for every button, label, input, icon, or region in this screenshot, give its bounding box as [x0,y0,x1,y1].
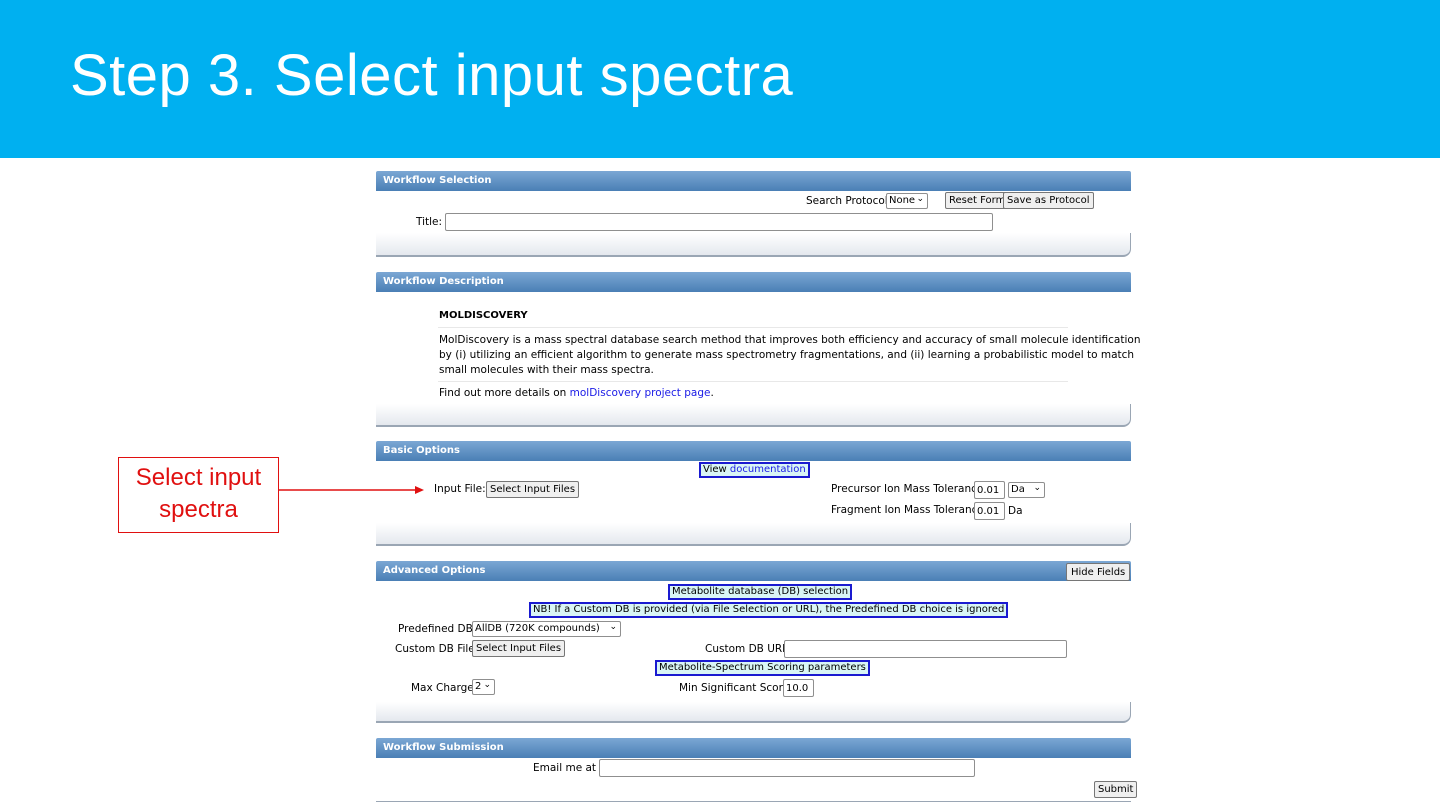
custom-db-select-files-button[interactable]: Select Input Files [472,640,566,657]
more-details-text: Find out more details on molDiscovery pr… [439,387,714,399]
advanced-options-header: Advanced Options [376,561,1131,581]
workflow-selection-header: Workflow Selection [376,171,1131,191]
select-value: Da [1011,484,1025,495]
fragment-tolerance-label: Fragment Ion Mass Tolerance: [831,504,988,516]
reset-form-button[interactable]: Reset Form [945,192,1010,209]
project-page-link[interactable]: molDiscovery project page [570,387,711,399]
slide-banner: Step 3. Select input spectra [0,0,1440,158]
fragment-tolerance-input[interactable] [974,502,1005,520]
precursor-tolerance-input[interactable] [974,481,1005,499]
workflow-submission-header: Workflow Submission [376,738,1131,758]
min-score-input[interactable] [783,679,814,697]
workflow-name: MOLDISCOVERY [439,310,528,321]
callout-arrow [279,486,424,494]
divider [438,381,1068,382]
callout-line: Select input [135,464,262,491]
custom-db-url-input[interactable] [784,640,1067,658]
panel-footer [376,702,1131,723]
panel-body [376,757,1131,802]
db-selection-section: Metabolite database (DB) selection [668,584,853,600]
slide-title: Step 3. Select input spectra [70,43,794,108]
divider [438,327,1068,328]
callout-line: spectra [159,496,238,523]
select-input-files-button[interactable]: Select Input Files [486,481,580,498]
description-line: by (i) utilizing an efficient algorithm … [439,349,1135,361]
description-line: MolDiscovery is a mass spectral database… [439,334,1141,346]
select-value: AllDB (720K compounds) [475,623,600,634]
select-value: None [889,195,916,206]
select-value: 2 [475,681,482,692]
chevron-down-icon: ⌄ [1033,483,1041,493]
panel-footer [376,233,1131,257]
max-charge-select[interactable]: 2 ⌄ [472,679,495,695]
hide-fields-button[interactable]: Hide Fields [1066,563,1131,581]
scoring-parameters-section: Metabolite-Spectrum Scoring parameters [655,660,870,676]
predefined-db-label: Predefined DB: [398,623,477,635]
callout-box: Select input spectra [118,457,279,533]
description-line: small molecules with their mass spectra. [439,364,654,376]
input-file-label: Input File: [434,483,486,495]
chevron-down-icon: ⌄ [609,622,617,632]
predefined-db-select[interactable]: AllDB (720K compounds) ⌄ [472,621,621,637]
basic-options-header: Basic Options [376,441,1131,461]
more-suffix: . [710,387,714,399]
custom-db-file-label: Custom DB File: [395,643,479,655]
panel-footer [376,404,1131,427]
precursor-tolerance-label: Precursor Ion Mass Tolerance: [831,483,987,495]
chevron-down-icon: ⌄ [483,680,491,690]
doc-prefix: View [703,464,730,475]
max-charge-label: Max Charge: [411,682,478,694]
search-protocol-select[interactable]: None ⌄ [886,193,928,209]
precursor-unit-select[interactable]: Da ⌄ [1008,482,1045,498]
workflow-description-header: Workflow Description [376,272,1131,292]
min-score-label: Min Significant Score: [679,682,793,694]
panel-footer [376,523,1131,546]
fragment-unit: Da [1008,505,1023,517]
custom-db-note: NB! If a Custom DB is provided (via File… [529,602,1009,618]
search-protocol-label: Search Protocol: [806,195,892,207]
custom-db-url-label: Custom DB URL: [705,643,792,655]
more-prefix: Find out more details on [439,387,570,399]
title-input[interactable] [445,213,993,231]
view-documentation-box: View documentation [699,462,810,478]
chevron-down-icon: ⌄ [916,194,924,204]
save-as-protocol-button[interactable]: Save as Protocol [1003,192,1094,209]
title-label: Title: [416,216,443,228]
documentation-link[interactable]: documentation [730,464,806,475]
